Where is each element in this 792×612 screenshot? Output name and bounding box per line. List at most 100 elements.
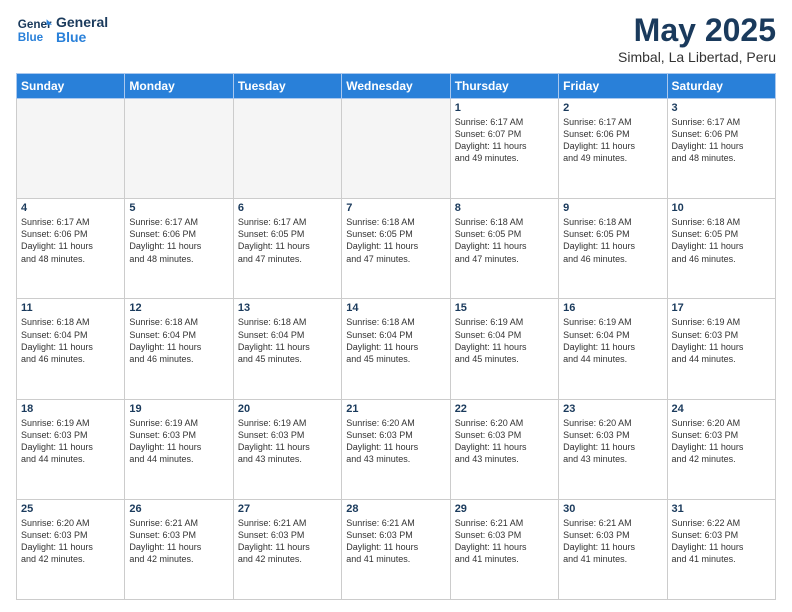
calendar-cell: 26 Sunrise: 6:21 AM Sunset: 6:03 PM Dayli… <box>125 499 233 599</box>
calendar-header-row: Sunday Monday Tuesday Wednesday Thursday… <box>17 74 776 99</box>
calendar-cell: 17 Sunrise: 6:19 AM Sunset: 6:03 PM Dayli… <box>667 299 775 399</box>
day-info: Sunrise: 6:21 AM Sunset: 6:03 PM Dayligh… <box>563 517 662 566</box>
calendar-cell: 3 Sunrise: 6:17 AM Sunset: 6:06 PM Daylig… <box>667 99 775 199</box>
col-monday: Monday <box>125 74 233 99</box>
day-info: Sunrise: 6:21 AM Sunset: 6:03 PM Dayligh… <box>455 517 554 566</box>
col-tuesday: Tuesday <box>233 74 341 99</box>
day-info: Sunrise: 6:20 AM Sunset: 6:03 PM Dayligh… <box>563 417 662 466</box>
calendar-week-4: 25 Sunrise: 6:20 AM Sunset: 6:03 PM Dayli… <box>17 499 776 599</box>
calendar-cell: 10Sunrise: 6:18 AM Sunset: 6:05 PM Dayli… <box>667 199 775 299</box>
day-number: 22 <box>455 403 554 415</box>
calendar-cell: 6Sunrise: 6:17 AM Sunset: 6:05 PM Daylig… <box>233 199 341 299</box>
calendar-cell: 15Sunrise: 6:19 AM Sunset: 6:04 PM Dayli… <box>450 299 558 399</box>
logo: General Blue General Blue <box>16 12 108 48</box>
day-info: Sunrise: 6:19 AM Sunset: 6:03 PM Dayligh… <box>238 417 337 466</box>
day-info: Sunrise: 6:18 AM Sunset: 6:05 PM Dayligh… <box>455 216 554 265</box>
calendar-cell: 1 Sunrise: 6:17 AM Sunset: 6:07 PM Daylig… <box>450 99 558 199</box>
day-number: 16 <box>563 302 662 314</box>
calendar-cell <box>342 99 450 199</box>
day-info: Sunrise: 6:17 AM Sunset: 6:06 PM Dayligh… <box>129 216 228 265</box>
page: General Blue General Blue May 2025 Simba… <box>0 0 792 612</box>
svg-text:Blue: Blue <box>18 31 44 44</box>
day-number: 20 <box>238 403 337 415</box>
calendar-cell: 19Sunrise: 6:19 AM Sunset: 6:03 PM Dayli… <box>125 399 233 499</box>
calendar-cell: 13 Sunrise: 6:18 AM Sunset: 6:04 PM Dayli… <box>233 299 341 399</box>
day-info: Sunrise: 6:18 AM Sunset: 6:04 PM Dayligh… <box>21 316 120 365</box>
calendar-cell: 8 Sunrise: 6:18 AM Sunset: 6:05 PM Daylig… <box>450 199 558 299</box>
calendar-cell: 16Sunrise: 6:19 AM Sunset: 6:04 PM Dayli… <box>559 299 667 399</box>
day-info: Sunrise: 6:17 AM Sunset: 6:07 PM Dayligh… <box>455 116 554 165</box>
day-info: Sunrise: 6:20 AM Sunset: 6:03 PM Dayligh… <box>21 517 120 566</box>
calendar-cell: 25 Sunrise: 6:20 AM Sunset: 6:03 PM Dayli… <box>17 499 125 599</box>
day-info: Sunrise: 6:21 AM Sunset: 6:03 PM Dayligh… <box>238 517 337 566</box>
day-number: 19 <box>129 403 228 415</box>
header: General Blue General Blue May 2025 Simba… <box>16 12 776 65</box>
day-number: 28 <box>346 503 445 515</box>
day-info: Sunrise: 6:17 AM Sunset: 6:05 PM Dayligh… <box>238 216 337 265</box>
col-sunday: Sunday <box>17 74 125 99</box>
day-number: 1 <box>455 102 554 114</box>
day-number: 13 <box>238 302 337 314</box>
day-info: Sunrise: 6:21 AM Sunset: 6:03 PM Dayligh… <box>129 517 228 566</box>
calendar-cell: 22 Sunrise: 6:20 AM Sunset: 6:03 PM Dayli… <box>450 399 558 499</box>
day-number: 31 <box>672 503 771 515</box>
day-number: 9 <box>563 202 662 214</box>
day-number: 8 <box>455 202 554 214</box>
main-title: May 2025 <box>618 12 776 49</box>
day-info: Sunrise: 6:17 AM Sunset: 6:06 PM Dayligh… <box>672 116 771 165</box>
day-info: Sunrise: 6:18 AM Sunset: 6:05 PM Dayligh… <box>346 216 445 265</box>
day-number: 25 <box>21 503 120 515</box>
calendar-cell: 28Sunrise: 6:21 AM Sunset: 6:03 PM Dayli… <box>342 499 450 599</box>
day-number: 14 <box>346 302 445 314</box>
day-number: 4 <box>21 202 120 214</box>
day-info: Sunrise: 6:18 AM Sunset: 6:04 PM Dayligh… <box>346 316 445 365</box>
calendar-cell: 30Sunrise: 6:21 AM Sunset: 6:03 PM Dayli… <box>559 499 667 599</box>
day-info: Sunrise: 6:20 AM Sunset: 6:03 PM Dayligh… <box>346 417 445 466</box>
day-info: Sunrise: 6:17 AM Sunset: 6:06 PM Dayligh… <box>563 116 662 165</box>
calendar-cell: 12 Sunrise: 6:18 AM Sunset: 6:04 PM Dayli… <box>125 299 233 399</box>
day-number: 18 <box>21 403 120 415</box>
calendar-cell: 21Sunrise: 6:20 AM Sunset: 6:03 PM Dayli… <box>342 399 450 499</box>
calendar-week-1: 4 Sunrise: 6:17 AM Sunset: 6:06 PM Daylig… <box>17 199 776 299</box>
calendar-cell: 20 Sunrise: 6:19 AM Sunset: 6:03 PM Dayli… <box>233 399 341 499</box>
calendar-cell: 29 Sunrise: 6:21 AM Sunset: 6:03 PM Dayli… <box>450 499 558 599</box>
day-number: 29 <box>455 503 554 515</box>
calendar-week-0: 1 Sunrise: 6:17 AM Sunset: 6:07 PM Daylig… <box>17 99 776 199</box>
calendar-cell: 24 Sunrise: 6:20 AM Sunset: 6:03 PM Dayli… <box>667 399 775 499</box>
logo-icon: General Blue <box>16 12 52 48</box>
calendar-cell: 31Sunrise: 6:22 AM Sunset: 6:03 PM Dayli… <box>667 499 775 599</box>
day-number: 3 <box>672 102 771 114</box>
day-info: Sunrise: 6:18 AM Sunset: 6:04 PM Dayligh… <box>238 316 337 365</box>
day-info: Sunrise: 6:19 AM Sunset: 6:04 PM Dayligh… <box>455 316 554 365</box>
calendar-week-2: 11 Sunrise: 6:18 AM Sunset: 6:04 PM Dayli… <box>17 299 776 399</box>
day-number: 24 <box>672 403 771 415</box>
day-number: 2 <box>563 102 662 114</box>
calendar-cell: 2 Sunrise: 6:17 AM Sunset: 6:06 PM Daylig… <box>559 99 667 199</box>
day-info: Sunrise: 6:19 AM Sunset: 6:03 PM Dayligh… <box>21 417 120 466</box>
calendar: Sunday Monday Tuesday Wednesday Thursday… <box>16 73 776 600</box>
col-wednesday: Wednesday <box>342 74 450 99</box>
calendar-cell: 23Sunrise: 6:20 AM Sunset: 6:03 PM Dayli… <box>559 399 667 499</box>
subtitle: Simbal, La Libertad, Peru <box>618 49 776 65</box>
col-friday: Friday <box>559 74 667 99</box>
col-thursday: Thursday <box>450 74 558 99</box>
logo-line2: Blue <box>56 30 108 45</box>
day-number: 10 <box>672 202 771 214</box>
calendar-cell: 4Sunrise: 6:17 AM Sunset: 6:06 PM Daylig… <box>17 199 125 299</box>
calendar-week-3: 18 Sunrise: 6:19 AM Sunset: 6:03 PM Dayli… <box>17 399 776 499</box>
day-number: 5 <box>129 202 228 214</box>
day-number: 11 <box>21 302 120 314</box>
day-number: 26 <box>129 503 228 515</box>
title-block: May 2025 Simbal, La Libertad, Peru <box>618 12 776 65</box>
col-saturday: Saturday <box>667 74 775 99</box>
calendar-cell: 27Sunrise: 6:21 AM Sunset: 6:03 PM Dayli… <box>233 499 341 599</box>
day-info: Sunrise: 6:20 AM Sunset: 6:03 PM Dayligh… <box>672 417 771 466</box>
day-info: Sunrise: 6:20 AM Sunset: 6:03 PM Dayligh… <box>455 417 554 466</box>
calendar-cell: 7Sunrise: 6:18 AM Sunset: 6:05 PM Daylig… <box>342 199 450 299</box>
calendar-cell: 5 Sunrise: 6:17 AM Sunset: 6:06 PM Daylig… <box>125 199 233 299</box>
day-number: 17 <box>672 302 771 314</box>
day-info: Sunrise: 6:18 AM Sunset: 6:04 PM Dayligh… <box>129 316 228 365</box>
calendar-cell <box>233 99 341 199</box>
day-number: 12 <box>129 302 228 314</box>
day-info: Sunrise: 6:19 AM Sunset: 6:03 PM Dayligh… <box>672 316 771 365</box>
